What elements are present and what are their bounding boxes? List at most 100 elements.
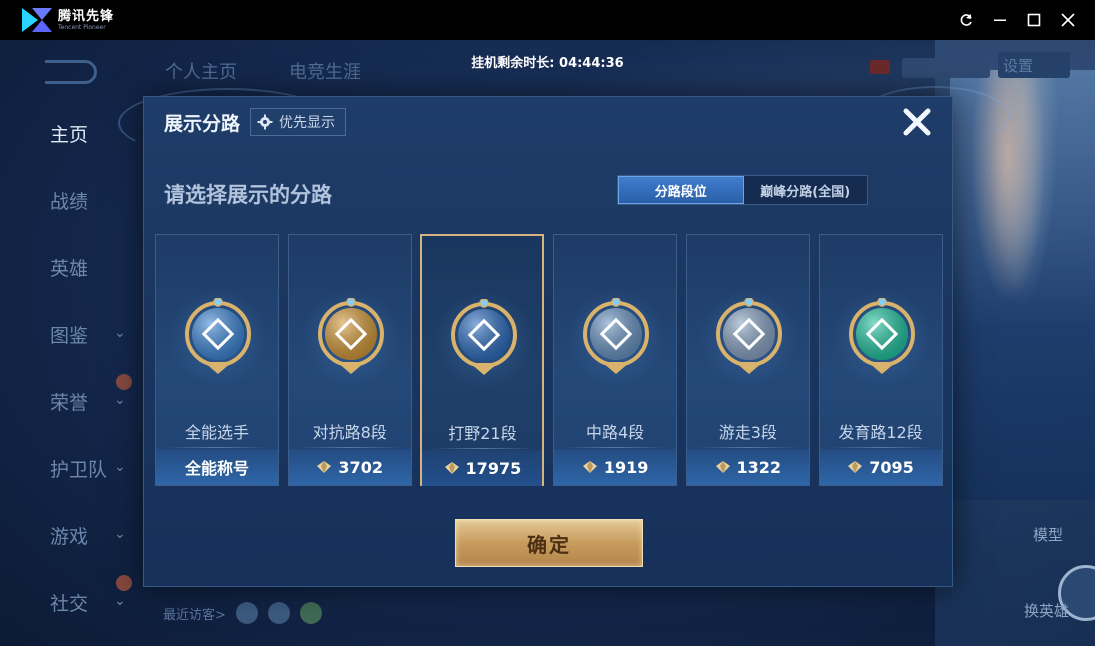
- recent-visitors-label: 最近访客>: [163, 607, 226, 623]
- jungle-badge-icon: [451, 299, 518, 375]
- clash-lane-badge-icon: [317, 298, 384, 374]
- lane-card-value: 全能称号: [184, 459, 249, 478]
- sidebar-item-codex[interactable]: 图鉴 ⌄: [0, 301, 145, 368]
- lane-card-value: 1919: [603, 457, 649, 477]
- badge-glow: [831, 288, 932, 388]
- sidebar-item-label: 战绩: [50, 191, 89, 213]
- badge-glow: [698, 288, 799, 388]
- lane-card[interactable]: 游走3段 1322: [685, 234, 810, 486]
- priority-display-button[interactable]: 优先显示: [250, 108, 347, 136]
- lane-card-footer: 1919: [554, 449, 677, 485]
- app-logo-icon: [22, 8, 52, 32]
- chevron-down-icon: ⌄: [114, 459, 126, 475]
- lane-card[interactable]: 中路4段 1919: [553, 234, 678, 486]
- app-name: 腾讯先锋: [58, 8, 115, 24]
- lane-card-value: 7095: [869, 457, 914, 477]
- lane-cards: 全能选手 全能称号 对抗路8段 3702 打野21段 17975 中路4段 1919 游走3段 1…: [155, 234, 943, 486]
- sidebar-item-label: 游戏: [50, 526, 89, 548]
- app-name-en: Tencent Pioneer: [58, 23, 106, 31]
- sidebar-item-label: 社交: [50, 593, 89, 615]
- modal-title: 展示分路: [164, 112, 241, 135]
- sidebar: 主页 战绩 英雄 图鉴 ⌄ 荣誉 ⌄ 护卫队 ⌄ 游戏 ⌄ 社交 ⌄: [0, 100, 145, 636]
- sidebar-item-social[interactable]: 社交 ⌄: [0, 569, 145, 636]
- new-badge-icon: [116, 575, 132, 591]
- sidebar-item-heroes[interactable]: 英雄: [0, 234, 145, 301]
- allround-badge-icon: [185, 298, 251, 374]
- lane-card[interactable]: 发育路12段 7095: [818, 234, 943, 486]
- avatar[interactable]: [299, 602, 322, 624]
- model-button[interactable]: 模型: [1033, 524, 1063, 545]
- sidebar-item-games[interactable]: 游戏 ⌄: [0, 502, 145, 569]
- lane-card-footer: 17975: [422, 450, 543, 486]
- badge-glow: [168, 288, 268, 388]
- sidebar-item-label: 英雄: [50, 258, 89, 280]
- sidebar-item-honors[interactable]: 荣誉 ⌄: [0, 368, 145, 435]
- display-lane-modal: 展示分路 优先显示 请选择展示的分路 分路段位 巅峰分路(全国) 全能选手全能称…: [143, 96, 953, 587]
- chevron-down-icon: ⌄: [114, 325, 126, 341]
- divider: [829, 447, 932, 448]
- lane-card-role: 对抗路8段: [312, 423, 387, 442]
- lane-card-footer: 7095: [819, 449, 942, 485]
- new-badge-icon: [116, 374, 132, 390]
- lane-card-footer: 全能称号: [156, 449, 278, 485]
- lane-card-role: 打野21段: [448, 424, 517, 443]
- roam-badge-icon: [715, 298, 782, 374]
- chevron-down-icon: ⌄: [114, 392, 126, 408]
- lane-card-role: 全能选手: [184, 423, 249, 442]
- gear-icon: [257, 114, 273, 130]
- badge-glow: [566, 288, 667, 388]
- divider: [696, 447, 799, 448]
- chevron-down-icon: ⌄: [114, 593, 126, 609]
- rank-points-icon: [444, 462, 459, 474]
- lane-card-role: 中路4段: [586, 423, 645, 442]
- swap-hero-button[interactable]: 换英雄: [1024, 600, 1069, 621]
- recent-visitors[interactable]: 最近访客>: [163, 602, 322, 624]
- lane-mode-tabs: 分路段位 巅峰分路(全国): [617, 175, 868, 205]
- priority-display-label: 优先显示: [279, 115, 336, 131]
- badge-glow: [434, 289, 535, 389]
- lane-card-value: 1322: [736, 457, 782, 477]
- title-bar: 腾讯先锋 Tencent Pioneer: [0, 0, 1095, 40]
- sidebar-item-label: 护卫队: [50, 459, 108, 481]
- refresh-icon: [960, 14, 972, 26]
- refresh-button[interactable]: [949, 0, 983, 40]
- tab-peak-lane-national[interactable]: 巅峰分路(全国): [744, 176, 868, 204]
- afk-timer: 挂机剩余时长: 04:44:36: [471, 56, 624, 71]
- divider: [564, 447, 667, 448]
- avatar[interactable]: [235, 602, 258, 624]
- lane-card[interactable]: 全能选手 全能称号: [155, 234, 279, 486]
- avatar[interactable]: [267, 602, 290, 624]
- tab-lane-rank[interactable]: 分路段位: [618, 176, 744, 204]
- mid-lane-badge-icon: [583, 298, 650, 374]
- sidebar-item-guard-team[interactable]: 护卫队 ⌄: [0, 435, 145, 502]
- app-logo: 腾讯先锋 Tencent Pioneer: [20, 6, 114, 34]
- lane-card-footer: 3702: [288, 449, 411, 485]
- modal-subtitle: 请选择展示的分路: [164, 183, 332, 207]
- modal-header: 展示分路 优先显示: [144, 97, 952, 147]
- lane-card[interactable]: 打野21段 17975: [420, 234, 545, 486]
- close-modal-button[interactable]: [900, 105, 934, 139]
- lane-card-value: 3702: [338, 457, 383, 477]
- rank-points-icon: [582, 461, 597, 473]
- minimize-button[interactable]: [983, 0, 1017, 40]
- sidebar-item-label: 图鉴: [50, 325, 89, 347]
- divider: [298, 447, 401, 448]
- lane-card[interactable]: 对抗路8段 3702: [287, 234, 412, 486]
- maximize-icon: [1027, 13, 1041, 27]
- rank-points-icon: [848, 461, 863, 473]
- close-window-button[interactable]: [1051, 0, 1085, 40]
- lane-card-value: 17975: [465, 458, 522, 478]
- badge-glow: [300, 288, 401, 388]
- chevron-down-icon: ⌄: [114, 526, 126, 542]
- sidebar-item-records[interactable]: 战绩: [0, 167, 145, 234]
- divider: [432, 448, 535, 449]
- rank-points-icon: [317, 461, 332, 473]
- farm-lane-badge-icon: [848, 298, 915, 374]
- lane-card-role: 游走3段: [718, 423, 777, 442]
- lane-card-footer: 1322: [686, 449, 809, 485]
- confirm-button[interactable]: 确定: [455, 519, 643, 567]
- close-icon: [1061, 13, 1075, 27]
- close-icon: [903, 108, 931, 136]
- maximize-button[interactable]: [1017, 0, 1051, 40]
- lane-card-role: 发育路12段: [838, 423, 923, 442]
